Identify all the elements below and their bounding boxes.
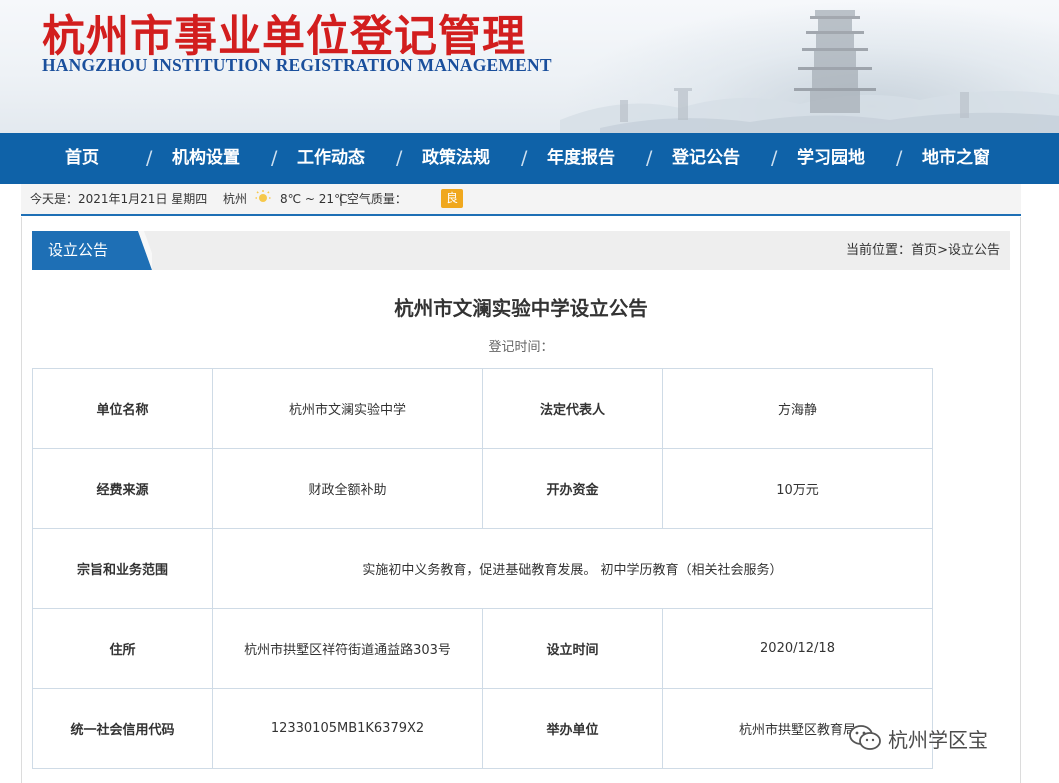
nav-item-annual-report[interactable]: 年度报告 xyxy=(547,133,615,184)
nav-separator: / xyxy=(396,147,403,169)
nav-item-organization[interactable]: 机构设置 xyxy=(172,133,240,184)
start-capital-value: 10万元 xyxy=(662,448,933,529)
nav-item-announcements[interactable]: 登记公告 xyxy=(672,133,740,184)
nav-separator: / xyxy=(646,147,653,169)
city-name: 杭州 xyxy=(223,192,248,206)
legal-rep-label: 法定代表人 xyxy=(482,368,663,449)
legal-rep-value: 方海静 xyxy=(662,368,933,449)
start-capital-label: 开办资金 xyxy=(482,448,663,529)
registration-time: 登记时间： xyxy=(488,340,554,355)
article-title: 杭州市文澜实验中学设立公告 xyxy=(394,297,648,320)
breadcrumb-separator: > xyxy=(937,243,948,258)
temperature: 8℃ ~ 21℃ xyxy=(280,192,348,206)
pagoda-scenery-image xyxy=(560,10,1059,133)
nav-separator: / xyxy=(521,147,528,169)
air-quality-label: | 空气质量： xyxy=(339,192,407,206)
nav-item-policy[interactable]: 政策法规 xyxy=(422,133,490,184)
address-value: 杭州市拱墅区祥符街道通益路303号 xyxy=(212,608,483,689)
established-value: 2020/12/18 xyxy=(662,608,933,689)
watermark: 杭州学区宝 xyxy=(848,718,988,758)
funding-source-label: 经费来源 xyxy=(32,448,213,529)
table-row: 统一社会信用代码 12330105MB1K6379X2 举办单位 杭州市拱墅区教… xyxy=(32,688,933,769)
nav-item-learning[interactable]: 学习园地 xyxy=(797,133,865,184)
wechat-icon xyxy=(849,725,881,750)
breadcrumb-prefix: 当前位置： xyxy=(846,243,912,258)
address-label: 住所 xyxy=(32,608,213,689)
table-row: 经费来源 财政全额补助 开办资金 10万元 xyxy=(32,448,933,529)
unit-name-value: 杭州市文澜实验中学 xyxy=(212,368,483,449)
info-bar: 今天是：2021年1月21日 星期四 杭州 8℃ ~ 21℃ | 空气质量： 良 xyxy=(21,184,1021,216)
breadcrumb-current-link[interactable]: 设立公告 xyxy=(948,243,1000,258)
registration-info-table: 单位名称 杭州市文澜实验中学 法定代表人 方海静 经费来源 财政全额补助 开办资… xyxy=(32,368,933,769)
site-subtitle: HANGZHOU INSTITUTION REGISTRATION MANAGE… xyxy=(42,55,552,75)
header-banner: 杭州市事业单位登记管理 HANGZHOU INSTITUTION REGISTR… xyxy=(0,0,1059,133)
nav-item-home[interactable]: 首页 xyxy=(65,133,99,184)
established-label: 设立时间 xyxy=(482,608,663,689)
sun-icon xyxy=(255,190,271,202)
nav-separator: / xyxy=(896,147,903,169)
breadcrumb-home-link[interactable]: 首页 xyxy=(911,243,937,258)
nav-separator: / xyxy=(771,147,778,169)
table-row: 宗旨和业务范围 实施初中义务教育，促进基础教育发展。 初中学历教育（相关社会服务… xyxy=(32,528,933,609)
main-nav: 首页 / 机构设置 / 工作动态 / 政策法规 / 年度报告 / 登记公告 / … xyxy=(0,133,1059,184)
funding-source-value: 财政全额补助 xyxy=(212,448,483,529)
nav-item-news[interactable]: 工作动态 xyxy=(297,133,365,184)
sponsor-label: 举办单位 xyxy=(482,688,663,769)
credit-code-value: 12330105MB1K6379X2 xyxy=(212,688,483,769)
watermark-text: 杭州学区宝 xyxy=(888,727,988,752)
breadcrumb: 当前位置：首页>设立公告 xyxy=(846,231,1000,270)
nav-separator: / xyxy=(146,147,153,169)
section-tab-label: 设立公告 xyxy=(48,241,109,259)
nav-separator: / xyxy=(271,147,278,169)
scope-value: 实施初中义务教育，促进基础教育发展。 初中学历教育（相关社会服务） xyxy=(212,528,933,609)
unit-name-label: 单位名称 xyxy=(32,368,213,449)
nav-item-cities[interactable]: 地市之窗 xyxy=(922,133,990,184)
air-quality-badge: 良 xyxy=(441,189,463,208)
scope-label: 宗旨和业务范围 xyxy=(32,528,213,609)
date-text: 今天是：2021年1月21日 星期四 xyxy=(30,192,208,206)
credit-code-label: 统一社会信用代码 xyxy=(32,688,213,769)
table-row: 单位名称 杭州市文澜实验中学 法定代表人 方海静 xyxy=(32,368,933,449)
table-row: 住所 杭州市拱墅区祥符街道通益路303号 设立时间 2020/12/18 xyxy=(32,608,933,689)
